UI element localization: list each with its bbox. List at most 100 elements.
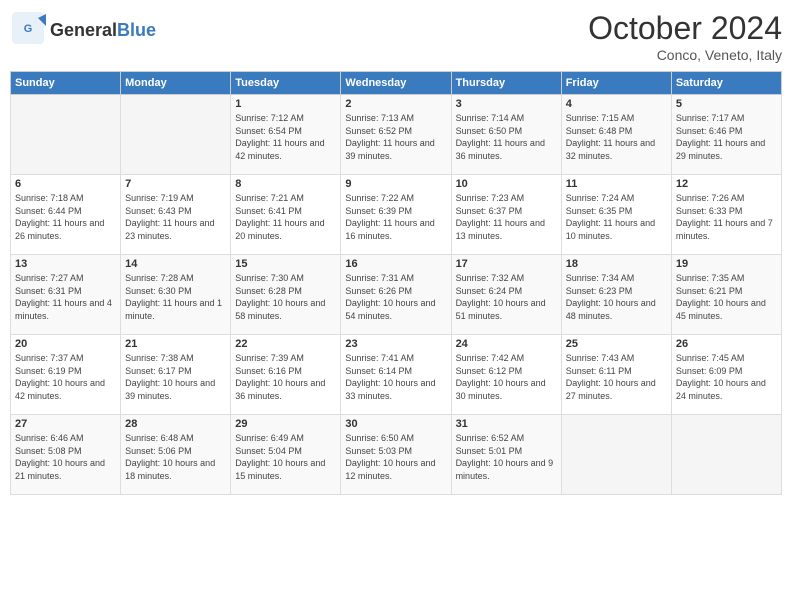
calendar-cell: 12 Sunrise: 7:26 AMSunset: 6:33 PMDayligh…	[671, 175, 781, 255]
day-number: 5	[676, 98, 777, 110]
day-info: Sunrise: 7:26 AMSunset: 6:33 PMDaylight:…	[676, 192, 777, 242]
day-info: Sunrise: 7:24 AMSunset: 6:35 PMDaylight:…	[566, 192, 667, 242]
day-number: 12	[676, 178, 777, 190]
month-title: October 2024	[588, 10, 782, 47]
day-number: 18	[566, 258, 667, 270]
calendar-cell	[121, 95, 231, 175]
day-info: Sunrise: 7:42 AMSunset: 6:12 PMDaylight:…	[456, 352, 557, 402]
day-number: 16	[345, 258, 446, 270]
day-number: 21	[125, 338, 226, 350]
calendar-cell: 1Sunrise: 7:12 AMSunset: 6:54 PMDaylight…	[231, 95, 341, 175]
calendar-cell: 30Sunrise: 6:50 AMSunset: 5:03 PMDayligh…	[341, 415, 451, 495]
calendar-cell: 29 Sunrise: 6:49 AMSunset: 5:04 PMDayligh…	[231, 415, 341, 495]
day-info: Sunrise: 6:49 AMSunset: 5:04 PMDaylight:…	[235, 432, 336, 482]
calendar-cell: 2Sunrise: 7:13 AMSunset: 6:52 PMDaylight…	[341, 95, 451, 175]
location-title: Conco, Veneto, Italy	[588, 47, 782, 63]
day-info: Sunrise: 7:32 AMSunset: 6:24 PMDaylight:…	[456, 272, 557, 322]
calendar-cell: 5 Sunrise: 7:17 AMSunset: 6:46 PMDaylight…	[671, 95, 781, 175]
title-section: October 2024 Conco, Veneto, Italy	[588, 10, 782, 63]
column-header-thursday: Thursday	[451, 72, 561, 95]
calendar-table: SundayMondayTuesdayWednesdayThursdayFrid…	[10, 71, 782, 495]
logo-text-general: General	[50, 20, 117, 40]
calendar-cell: 3 Sunrise: 7:14 AMSunset: 6:50 PMDaylight…	[451, 95, 561, 175]
calendar-cell	[11, 95, 121, 175]
calendar-cell: 28Sunrise: 6:48 AMSunset: 5:06 PMDayligh…	[121, 415, 231, 495]
day-number: 30	[345, 418, 446, 430]
calendar-cell: 24 Sunrise: 7:42 AMSunset: 6:12 PMDayligh…	[451, 335, 561, 415]
svg-text:G: G	[24, 23, 33, 35]
calendar-cell: 11 Sunrise: 7:24 AMSunset: 6:35 PMDayligh…	[561, 175, 671, 255]
calendar-cell: 13 Sunrise: 7:27 AMSunset: 6:31 PMDayligh…	[11, 255, 121, 335]
day-number: 29	[235, 418, 336, 430]
day-info: Sunrise: 7:30 AMSunset: 6:28 PMDaylight:…	[235, 272, 336, 322]
column-header-tuesday: Tuesday	[231, 72, 341, 95]
day-number: 9	[345, 178, 446, 190]
day-info: Sunrise: 7:38 AMSunset: 6:17 PMDaylight:…	[125, 352, 226, 402]
day-info: Sunrise: 7:27 AMSunset: 6:31 PMDaylight:…	[15, 272, 116, 322]
day-info: Sunrise: 7:21 AMSunset: 6:41 PMDaylight:…	[235, 192, 336, 242]
calendar-cell: 15 Sunrise: 7:30 AMSunset: 6:28 PMDayligh…	[231, 255, 341, 335]
day-number: 26	[676, 338, 777, 350]
day-number: 17	[456, 258, 557, 270]
day-number: 14	[125, 258, 226, 270]
day-info: Sunrise: 7:45 AMSunset: 6:09 PMDaylight:…	[676, 352, 777, 402]
day-number: 28	[125, 418, 226, 430]
day-number: 7	[125, 178, 226, 190]
logo-icon: G	[10, 10, 46, 46]
day-info: Sunrise: 6:52 AMSunset: 5:01 PMDaylight:…	[456, 432, 557, 482]
day-number: 19	[676, 258, 777, 270]
calendar-header: SundayMondayTuesdayWednesdayThursdayFrid…	[11, 72, 782, 95]
column-header-friday: Friday	[561, 72, 671, 95]
day-number: 24	[456, 338, 557, 350]
calendar-cell: 17 Sunrise: 7:32 AMSunset: 6:24 PMDayligh…	[451, 255, 561, 335]
calendar-cell: 16 Sunrise: 7:31 AMSunset: 6:26 PMDayligh…	[341, 255, 451, 335]
day-info: Sunrise: 7:13 AMSunset: 6:52 PMDaylight:…	[345, 112, 446, 162]
calendar-cell: 20 Sunrise: 7:37 AMSunset: 6:19 PMDayligh…	[11, 335, 121, 415]
calendar-cell: 9 Sunrise: 7:22 AMSunset: 6:39 PMDaylight…	[341, 175, 451, 255]
day-info: Sunrise: 6:46 AMSunset: 5:08 PMDaylight:…	[15, 432, 116, 482]
column-header-monday: Monday	[121, 72, 231, 95]
day-info: Sunrise: 7:39 AMSunset: 6:16 PMDaylight:…	[235, 352, 336, 402]
page-header: G GeneralBlue October 2024 Conco, Veneto…	[10, 10, 782, 63]
day-number: 3	[456, 98, 557, 110]
logo-text-blue: Blue	[117, 20, 156, 40]
logo: G GeneralBlue	[10, 10, 156, 51]
column-header-sunday: Sunday	[11, 72, 121, 95]
calendar-cell: 7 Sunrise: 7:19 AMSunset: 6:43 PMDaylight…	[121, 175, 231, 255]
calendar-cell: 8 Sunrise: 7:21 AMSunset: 6:41 PMDaylight…	[231, 175, 341, 255]
day-info: Sunrise: 7:18 AMSunset: 6:44 PMDaylight:…	[15, 192, 116, 242]
column-header-saturday: Saturday	[671, 72, 781, 95]
day-info: Sunrise: 7:22 AMSunset: 6:39 PMDaylight:…	[345, 192, 446, 242]
column-header-wednesday: Wednesday	[341, 72, 451, 95]
calendar-cell: 23Sunrise: 7:41 AMSunset: 6:14 PMDayligh…	[341, 335, 451, 415]
day-number: 31	[456, 418, 557, 430]
day-number: 15	[235, 258, 336, 270]
day-number: 8	[235, 178, 336, 190]
day-info: Sunrise: 7:28 AMSunset: 6:30 PMDaylight:…	[125, 272, 226, 322]
day-number: 20	[15, 338, 116, 350]
day-info: Sunrise: 7:31 AMSunset: 6:26 PMDaylight:…	[345, 272, 446, 322]
day-info: Sunrise: 7:37 AMSunset: 6:19 PMDaylight:…	[15, 352, 116, 402]
day-info: Sunrise: 7:41 AMSunset: 6:14 PMDaylight:…	[345, 352, 446, 402]
day-number: 10	[456, 178, 557, 190]
calendar-cell: 22 Sunrise: 7:39 AMSunset: 6:16 PMDayligh…	[231, 335, 341, 415]
calendar-cell: 21 Sunrise: 7:38 AMSunset: 6:17 PMDayligh…	[121, 335, 231, 415]
calendar-cell	[671, 415, 781, 495]
day-number: 13	[15, 258, 116, 270]
calendar-cell	[561, 415, 671, 495]
calendar-cell: 27 Sunrise: 6:46 AMSunset: 5:08 PMDayligh…	[11, 415, 121, 495]
day-info: Sunrise: 7:23 AMSunset: 6:37 PMDaylight:…	[456, 192, 557, 242]
day-info: Sunrise: 7:14 AMSunset: 6:50 PMDaylight:…	[456, 112, 557, 162]
day-number: 22	[235, 338, 336, 350]
day-number: 6	[15, 178, 116, 190]
calendar-cell: 25Sunrise: 7:43 AMSunset: 6:11 PMDayligh…	[561, 335, 671, 415]
day-info: Sunrise: 7:17 AMSunset: 6:46 PMDaylight:…	[676, 112, 777, 162]
day-number: 27	[15, 418, 116, 430]
day-info: Sunrise: 7:19 AMSunset: 6:43 PMDaylight:…	[125, 192, 226, 242]
calendar-cell: 19 Sunrise: 7:35 AMSunset: 6:21 PMDayligh…	[671, 255, 781, 335]
calendar-cell: 18Sunrise: 7:34 AMSunset: 6:23 PMDayligh…	[561, 255, 671, 335]
day-number: 11	[566, 178, 667, 190]
day-number: 1	[235, 98, 336, 110]
day-info: Sunrise: 7:43 AMSunset: 6:11 PMDaylight:…	[566, 352, 667, 402]
day-info: Sunrise: 7:35 AMSunset: 6:21 PMDaylight:…	[676, 272, 777, 322]
